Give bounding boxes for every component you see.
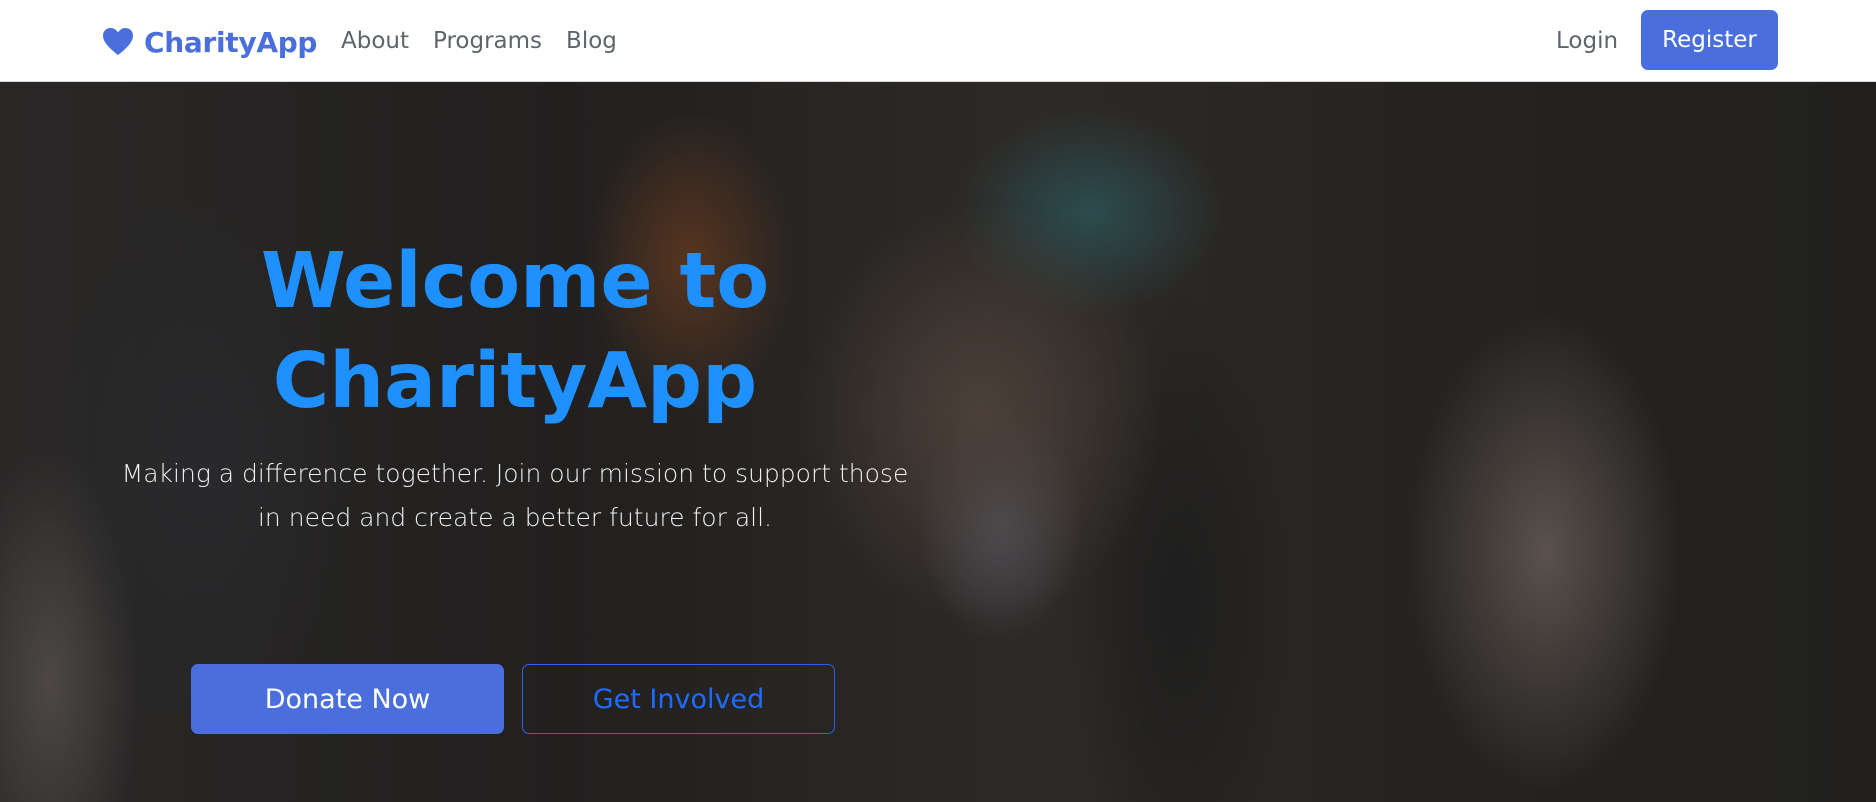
nav-link-blog[interactable]: Blog xyxy=(566,24,617,58)
heart-icon xyxy=(102,27,134,57)
hero-subtitle-line-2: in need and create a better future for a… xyxy=(257,503,772,532)
brand-logo-link[interactable]: CharityApp xyxy=(102,20,317,64)
hero-actions: Donate Now Get Involved xyxy=(191,664,835,734)
nav-links: About Programs Blog xyxy=(341,24,617,58)
hero-content: Welcome to CharityApp Making a differenc… xyxy=(100,232,930,734)
get-involved-button[interactable]: Get Involved xyxy=(522,664,835,734)
hero-subtitle: Making a difference together. Join our m… xyxy=(100,452,930,540)
login-link[interactable]: Login xyxy=(1556,24,1618,58)
nav-link-programs[interactable]: Programs xyxy=(433,24,542,58)
hero-title-line-2: CharityApp xyxy=(272,337,758,426)
nav-link-about[interactable]: About xyxy=(341,24,409,58)
hero-title: Welcome to CharityApp xyxy=(100,232,930,432)
hero-subtitle-line-1: Making a difference together. Join our m… xyxy=(121,459,909,488)
register-button[interactable]: Register xyxy=(1641,10,1778,70)
brand-name: CharityApp xyxy=(144,25,318,59)
top-navbar: CharityApp About Programs Blog Login Reg… xyxy=(0,0,1876,82)
donate-now-button[interactable]: Donate Now xyxy=(191,664,504,734)
hero-title-line-1: Welcome to xyxy=(260,237,770,326)
hero-section: Welcome to CharityApp Making a differenc… xyxy=(0,82,1876,802)
